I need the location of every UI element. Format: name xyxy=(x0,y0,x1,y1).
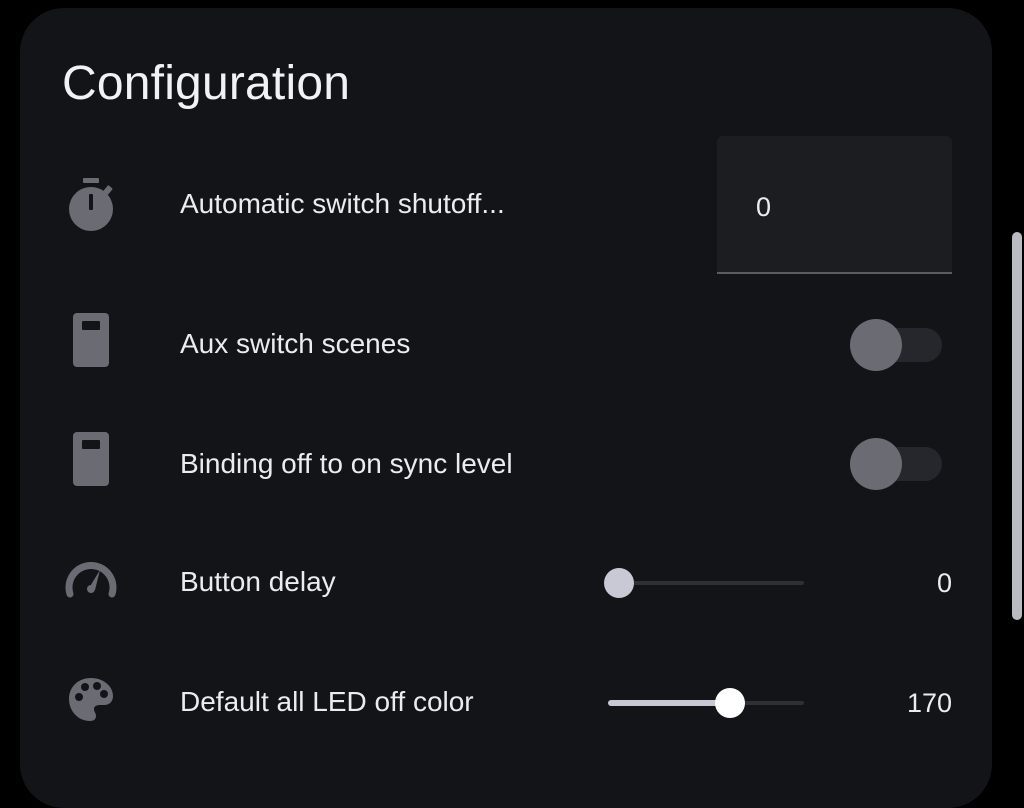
slider-knob[interactable] xyxy=(715,688,745,718)
aux-switch-scenes-toggle[interactable] xyxy=(850,319,942,371)
slider-fill xyxy=(608,700,730,706)
led-off-color-value: 170 xyxy=(906,688,952,718)
setting-label-button-delay: Button delay xyxy=(180,566,336,597)
speedometer-icon xyxy=(64,548,118,608)
switch-icon xyxy=(64,429,118,489)
setting-label-auto-shutoff: Automatic switch shutoff... xyxy=(180,188,505,219)
configuration-card: Configuration Automatic switch shutoff..… xyxy=(20,8,992,808)
toggle-thumb xyxy=(850,319,902,371)
led-off-color-slider[interactable] xyxy=(604,687,804,719)
toggle-thumb xyxy=(850,438,902,490)
button-delay-slider[interactable] xyxy=(604,567,804,599)
setting-label-binding-sync: Binding off to on sync level xyxy=(180,448,513,479)
slider-knob[interactable] xyxy=(604,568,634,598)
setting-label-led-off-color: Default all LED off color xyxy=(180,686,474,717)
scrollbar[interactable] xyxy=(1012,232,1022,620)
switch-icon xyxy=(64,310,118,370)
timer-icon xyxy=(64,174,118,234)
binding-sync-toggle[interactable] xyxy=(850,438,942,490)
palette-icon xyxy=(64,670,118,730)
slider-track xyxy=(608,581,804,585)
setting-label-aux-switch-scenes: Aux switch scenes xyxy=(180,328,411,359)
button-delay-value: 0 xyxy=(936,568,952,598)
auto-shutoff-input[interactable]: 0 xyxy=(717,136,952,274)
page-title: Configuration xyxy=(62,57,351,110)
auto-shutoff-value: 0 xyxy=(756,192,772,222)
